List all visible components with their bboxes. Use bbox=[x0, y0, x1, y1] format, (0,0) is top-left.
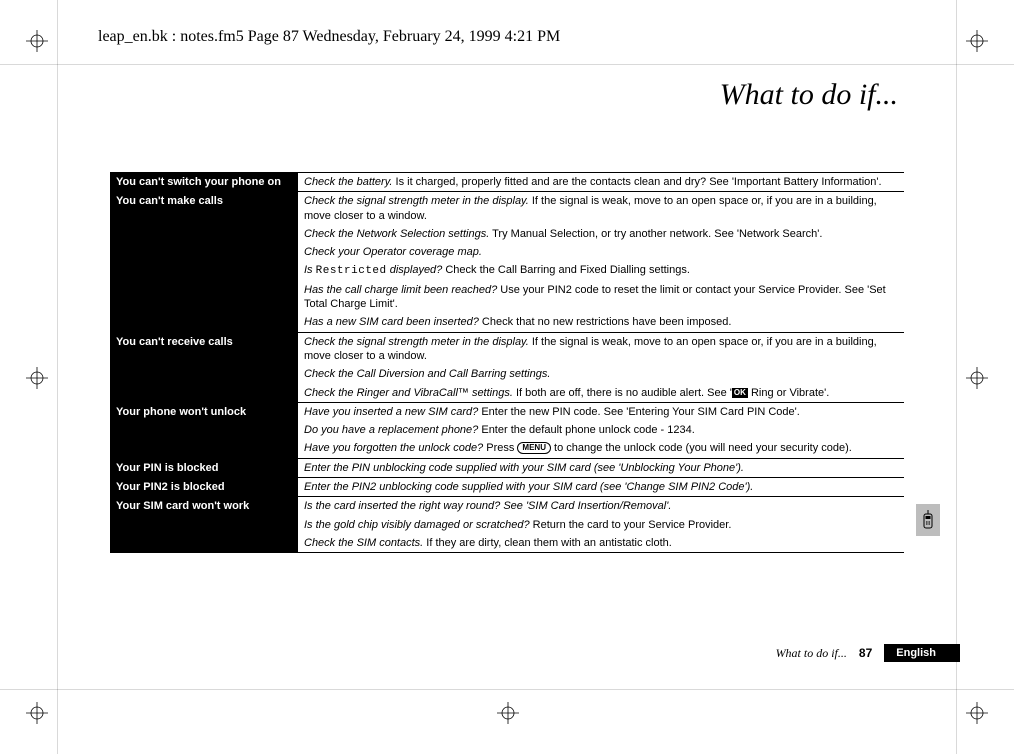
problem-label-continuation bbox=[110, 534, 298, 553]
solution-text: Check the battery. Is it charged, proper… bbox=[298, 173, 904, 192]
problem-label-continuation bbox=[110, 365, 298, 383]
problem-label-continuation bbox=[110, 243, 298, 261]
problem-label-continuation bbox=[110, 313, 298, 332]
ok-badge-icon: OK bbox=[732, 388, 748, 398]
troubleshooting-table: You can't switch your phone onCheck the … bbox=[110, 172, 904, 553]
problem-label: You can't switch your phone on bbox=[110, 173, 298, 192]
document-header: leap_en.bk : notes.fm5 Page 87 Wednesday… bbox=[98, 28, 560, 46]
solution-text: Check your Operator coverage map. bbox=[298, 243, 904, 261]
page-number: 87 bbox=[859, 646, 872, 660]
problem-label: Your phone won't unlock bbox=[110, 402, 298, 421]
solution-text: Is the gold chip visibly damaged or scra… bbox=[298, 516, 904, 534]
page-body: What to do if... You can't switch your p… bbox=[110, 78, 904, 553]
problem-label-continuation bbox=[110, 516, 298, 534]
crop-line-top bbox=[0, 64, 1014, 65]
crop-line-right bbox=[956, 0, 957, 754]
footer-section-title: What to do if... bbox=[776, 646, 847, 661]
solution-text: Has a new SIM card been inserted? Check … bbox=[298, 313, 904, 332]
registration-mark bbox=[497, 702, 519, 724]
solution-text: Is the card inserted the right way round… bbox=[298, 497, 904, 516]
registration-mark bbox=[966, 30, 988, 52]
solution-text: Have you inserted a new SIM card? Enter … bbox=[298, 402, 904, 421]
registration-mark bbox=[26, 702, 48, 724]
page-footer: What to do if... 87 English bbox=[0, 644, 1014, 664]
problem-label-continuation bbox=[110, 421, 298, 439]
problem-label-continuation bbox=[110, 225, 298, 243]
solution-text: Enter the PIN unblocking code supplied w… bbox=[298, 458, 904, 477]
problem-label: You can't make calls bbox=[110, 192, 298, 225]
crop-line-left bbox=[57, 0, 58, 754]
page-title: What to do if... bbox=[110, 78, 904, 112]
solution-text: Has the call charge limit been reached? … bbox=[298, 281, 904, 314]
phone-icon bbox=[916, 504, 940, 536]
solution-text: Check the Call Diversion and Call Barrin… bbox=[298, 365, 904, 383]
solution-text: Check the signal strength meter in the d… bbox=[298, 192, 904, 225]
solution-text: Enter the PIN2 unblocking code supplied … bbox=[298, 478, 904, 497]
problem-label-continuation bbox=[110, 261, 298, 280]
registration-mark bbox=[966, 367, 988, 389]
solution-text: Check the Ringer and VibraCall™ settings… bbox=[298, 384, 904, 403]
problem-label: You can't receive calls bbox=[110, 332, 298, 365]
crop-line-bottom bbox=[0, 689, 1014, 690]
menu-button-icon: MENU bbox=[517, 442, 551, 454]
registration-mark bbox=[26, 367, 48, 389]
solution-text: Have you forgotten the unlock code? Pres… bbox=[298, 439, 904, 458]
solution-text: Check the SIM contacts. If they are dirt… bbox=[298, 534, 904, 553]
registration-mark bbox=[966, 702, 988, 724]
problem-label: Your PIN is blocked bbox=[110, 458, 298, 477]
problem-label-continuation bbox=[110, 384, 298, 403]
registration-mark bbox=[26, 30, 48, 52]
problem-label-continuation bbox=[110, 281, 298, 314]
solution-text: Is Restricted displayed? Check the Call … bbox=[298, 261, 904, 280]
problem-label-continuation bbox=[110, 439, 298, 458]
problem-label: Your SIM card won't work bbox=[110, 497, 298, 516]
language-tab: English bbox=[884, 644, 960, 662]
problem-label: Your PIN2 is blocked bbox=[110, 478, 298, 497]
solution-text: Check the Network Selection settings. Tr… bbox=[298, 225, 904, 243]
solution-text: Check the signal strength meter in the d… bbox=[298, 332, 904, 365]
solution-text: Do you have a replacement phone? Enter t… bbox=[298, 421, 904, 439]
